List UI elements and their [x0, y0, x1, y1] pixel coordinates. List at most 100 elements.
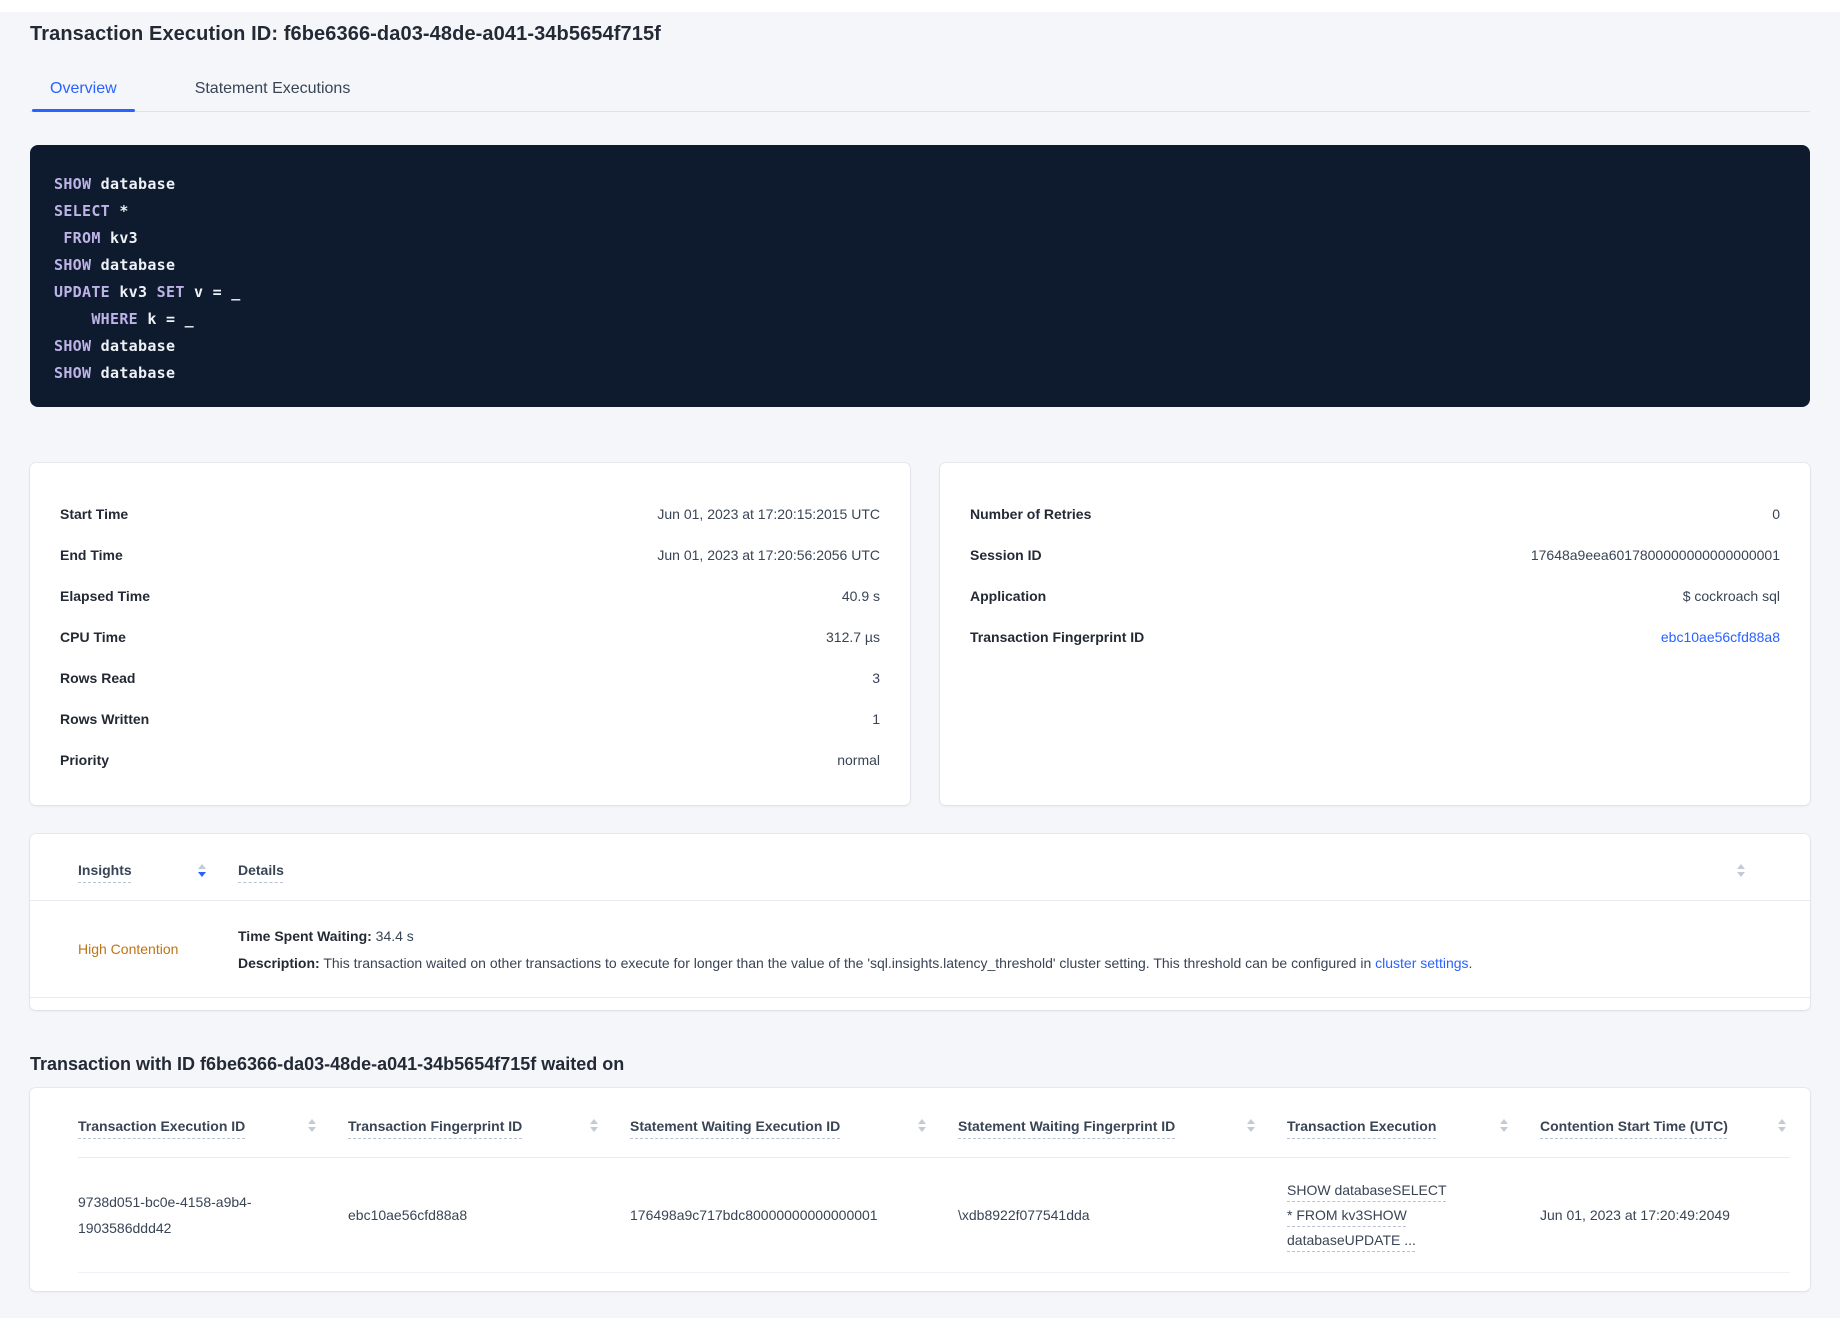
- column-header-label: Contention Start Time (UTC): [1540, 1118, 1728, 1134]
- sql-text: [54, 310, 91, 328]
- sort-icon[interactable]: [198, 864, 206, 877]
- page-title: Transaction Execution ID: f6be6366-da03-…: [30, 23, 1810, 46]
- info-row: Application $ cockroach sql: [970, 575, 1780, 616]
- table-row: 9738d051-bc0e-4158-a9b4-1903586ddd42 ebc…: [78, 1158, 1790, 1273]
- info-row: Transaction Fingerprint ID ebc10ae56cfd88…: [970, 616, 1780, 657]
- info-value: 0: [1772, 506, 1780, 522]
- column-header-label: Transaction Fingerprint ID: [348, 1118, 522, 1134]
- waited-on-table: Transaction Execution ID Transaction Fing…: [30, 1088, 1810, 1291]
- column-header-statement-waiting-fingerprint-id[interactable]: Statement Waiting Fingerprint ID: [958, 1118, 1287, 1134]
- column-header-label: Transaction Execution ID: [78, 1118, 245, 1134]
- sql-text: database: [91, 256, 175, 274]
- tab-bar: Overview Statement Executions: [30, 70, 1810, 112]
- insight-row: High Contention Time Spent Waiting: 34.4…: [30, 901, 1810, 998]
- sort-icon[interactable]: [1778, 1119, 1786, 1132]
- info-row: Rows Written 1: [60, 698, 880, 739]
- sql-line: UPDATE kv3 SET v = _: [54, 279, 1786, 306]
- info-row: Number of Retries 0: [970, 493, 1780, 534]
- cell-transaction-execution-id: 9738d051-bc0e-4158-a9b4-1903586ddd42: [78, 1189, 348, 1241]
- tab-overview[interactable]: Overview: [32, 70, 135, 111]
- summary-cards-row: Start Time Jun 01, 2023 at 17:20:15:2015 …: [30, 463, 1810, 805]
- sql-line: SHOW database: [54, 171, 1786, 198]
- info-label: Application: [970, 588, 1046, 604]
- info-label: Transaction Fingerprint ID: [970, 629, 1144, 645]
- sql-keyword: SET: [157, 283, 185, 301]
- column-header-contention-start-time-utc-[interactable]: Contention Start Time (UTC): [1540, 1118, 1790, 1134]
- info-label: Session ID: [970, 547, 1042, 563]
- info-row: Start Time Jun 01, 2023 at 17:20:15:2015 …: [60, 493, 880, 534]
- insight-type-label: High Contention: [78, 941, 178, 957]
- info-label: CPU Time: [60, 629, 126, 645]
- sql-text: v = _: [185, 283, 241, 301]
- cell-statement-waiting-execution-id: 176498a9c717bdc80000000000000001: [630, 1207, 958, 1223]
- transaction-fingerprint-link[interactable]: ebc10ae56cfd88a8: [1661, 629, 1780, 645]
- sql-keyword: WHERE: [91, 310, 138, 328]
- column-header-transaction-fingerprint-id[interactable]: Transaction Fingerprint ID: [348, 1118, 630, 1134]
- sort-icon[interactable]: [1247, 1119, 1255, 1132]
- info-label: Priority: [60, 752, 109, 768]
- sql-keyword: FROM: [63, 229, 100, 247]
- sort-icon[interactable]: [1500, 1119, 1508, 1132]
- sql-keyword: SHOW: [54, 175, 91, 193]
- info-value: 312.7 µs: [826, 629, 880, 645]
- column-header-details[interactable]: Details: [238, 862, 1790, 878]
- sort-icon[interactable]: [1737, 864, 1745, 877]
- column-header-label: Statement Waiting Execution ID: [630, 1118, 840, 1134]
- info-row: Rows Read 3: [60, 657, 880, 698]
- sql-text: kv3: [110, 283, 157, 301]
- cell-contention-start-time: Jun 01, 2023 at 17:20:49:2049: [1540, 1207, 1790, 1223]
- cluster-settings-link[interactable]: cluster settings: [1375, 955, 1468, 971]
- cell-transaction-execution: SHOW databaseSELECT * FROM kv3SHOW datab…: [1287, 1178, 1540, 1253]
- info-value: $ cockroach sql: [1683, 588, 1780, 604]
- column-header-label: Transaction Execution: [1287, 1118, 1436, 1134]
- sort-icon[interactable]: [918, 1119, 926, 1132]
- insights-table-header: Insights Details: [30, 834, 1810, 901]
- column-header-transaction-execution[interactable]: Transaction Execution: [1287, 1118, 1540, 1134]
- sql-keyword: UPDATE: [54, 283, 110, 301]
- transaction-execution-link[interactable]: SHOW databaseSELECT * FROM kv3SHOW datab…: [1287, 1178, 1452, 1253]
- session-details-card: Number of Retries 0 Session ID 17648a9eea60…: [940, 463, 1810, 805]
- info-label: Rows Read: [60, 670, 135, 686]
- info-value: normal: [837, 752, 880, 768]
- waited-on-heading: Transaction with ID f6be6366-da03-48de-a…: [30, 1054, 1810, 1075]
- info-row: Elapsed Time 40.9 s: [60, 575, 880, 616]
- info-value: 40.9 s: [842, 588, 880, 604]
- sql-line: SHOW database: [54, 252, 1786, 279]
- sql-line: SELECT *: [54, 198, 1786, 225]
- sql-statements-box: SHOW databaseSELECT * FROM kv3SHOW datab…: [30, 145, 1810, 407]
- info-value: 17648a9eea6017800000000000000001: [1531, 547, 1780, 563]
- sql-text: database: [91, 175, 175, 193]
- sql-text: [54, 229, 63, 247]
- info-label: Number of Retries: [970, 506, 1091, 522]
- sql-line: FROM kv3: [54, 225, 1786, 252]
- sort-icon[interactable]: [308, 1119, 316, 1132]
- tab-statement-executions[interactable]: Statement Executions: [177, 70, 369, 111]
- column-header-label: Details: [238, 862, 284, 878]
- top-strip: [0, 0, 1840, 12]
- sql-text: *: [110, 202, 129, 220]
- info-value: 1: [872, 711, 880, 727]
- column-header-statement-waiting-execution-id[interactable]: Statement Waiting Execution ID: [630, 1118, 958, 1134]
- sql-text: database: [91, 337, 175, 355]
- insight-description-text: Description: This transaction waited on …: [238, 953, 1790, 973]
- info-value: Jun 01, 2023 at 17:20:15:2015 UTC: [657, 506, 880, 522]
- info-label: Start Time: [60, 506, 128, 522]
- insights-card: Insights Details High Contention Time Sp…: [30, 834, 1810, 1010]
- info-label: Rows Written: [60, 711, 149, 727]
- info-label: Elapsed Time: [60, 588, 150, 604]
- info-value: 3: [872, 670, 880, 686]
- cell-statement-waiting-fingerprint-id: \xdb8922f077541dda: [958, 1207, 1287, 1223]
- time-spent-waiting-text: Time Spent Waiting: 34.4 s: [238, 926, 1790, 946]
- sql-text: kv3: [101, 229, 138, 247]
- waited-on-table-header: Transaction Execution ID Transaction Fing…: [78, 1088, 1790, 1158]
- cell-transaction-fingerprint-id: ebc10ae56cfd88a8: [348, 1207, 630, 1223]
- sql-keyword: SHOW: [54, 364, 91, 382]
- column-header-transaction-execution-id[interactable]: Transaction Execution ID: [78, 1118, 348, 1134]
- info-row: Session ID 17648a9eea60178000000000000000…: [970, 534, 1780, 575]
- sort-icon[interactable]: [590, 1119, 598, 1132]
- column-header-insights[interactable]: Insights: [78, 862, 238, 878]
- sql-code: SHOW databaseSELECT * FROM kv3SHOW datab…: [54, 171, 1786, 387]
- sql-keyword: SHOW: [54, 337, 91, 355]
- sql-line: SHOW database: [54, 360, 1786, 387]
- sql-keyword: SELECT: [54, 202, 110, 220]
